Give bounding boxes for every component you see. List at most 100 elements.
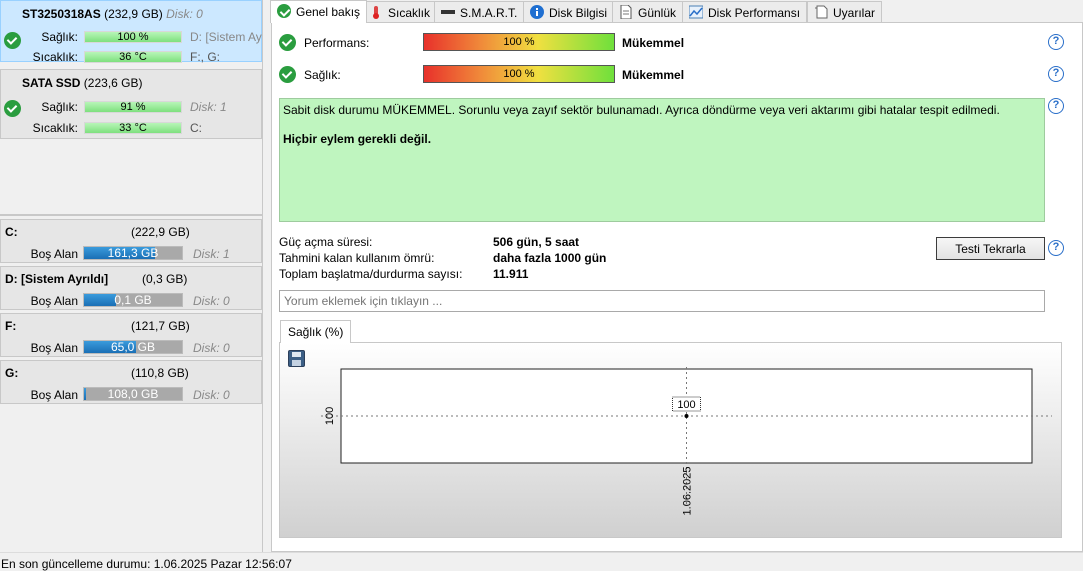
comment-input[interactable]: [279, 290, 1045, 312]
temp-bar: 33 °C: [84, 122, 182, 134]
disk-size: (232,9 GB): [104, 7, 163, 21]
partition-card-f[interactable]: F: (121,7 GB) Boş Alan 65,0 GB Disk: 0: [0, 313, 262, 357]
start-stop-value: 11.911: [493, 267, 529, 281]
free-space-label: Boş Alan: [30, 388, 78, 402]
partition-name: D: [Sistem Ayrıldı]: [5, 272, 109, 286]
temp-bar: 36 °C: [84, 51, 182, 63]
partition-size: (222,9 GB): [131, 225, 190, 239]
tab-label: Uyarılar: [833, 6, 876, 20]
action-text: Hiçbir eylem gerekli değil.: [283, 132, 432, 146]
partition-name: F:: [5, 319, 17, 333]
x-tick-label: 1.06.2025: [682, 467, 694, 516]
y-tick-label: 100: [324, 407, 336, 425]
disk-volumes: C:: [190, 121, 202, 135]
check-icon: [277, 4, 291, 18]
partition-size: (0,3 GB): [142, 272, 188, 286]
data-label: 100: [677, 399, 695, 411]
free-space-fill: [84, 388, 86, 400]
health-bar: 91 %: [84, 101, 182, 113]
power-on-value: 506 gün, 5 saat: [493, 235, 580, 249]
partition-card-g[interactable]: G: (110,8 GB) Boş Alan 108,0 GB Disk: 0: [0, 360, 262, 404]
partition-card-c[interactable]: C: (222,9 GB) Boş Alan 161,3 GB Disk: 1: [0, 219, 262, 263]
help-icon[interactable]: ?: [1048, 98, 1064, 114]
health-label: Sağlık:: [41, 100, 78, 114]
drive-icon: [441, 10, 455, 14]
lifetime-label: Tahmini kalan kullanım ömrü:: [279, 251, 435, 265]
tab-health-chart[interactable]: Sağlık (%): [280, 320, 352, 343]
disk-index: Disk: 1: [190, 100, 227, 114]
help-icon[interactable]: ?: [1048, 34, 1064, 50]
free-space-bar: 0,1 GB: [83, 293, 183, 307]
performance-rating: Mükemmel: [622, 36, 685, 50]
data-point: [684, 414, 689, 418]
tab-alerts[interactable]: Uyarılar: [807, 1, 883, 22]
free-space-fill: [84, 294, 117, 306]
disk-title: SATA SSD (223,6 GB): [22, 76, 143, 90]
retest-button[interactable]: Testi Tekrarla: [936, 237, 1045, 260]
tab-log[interactable]: Günlük: [612, 1, 684, 22]
tab-label: Disk Bilgisi: [549, 6, 608, 20]
partition-disk: Disk: 0: [193, 388, 230, 402]
partition-disk: Disk: 0: [193, 294, 230, 308]
disk-volumes: F:, G:: [190, 50, 220, 64]
free-space-value: 0,1 GB: [114, 293, 152, 307]
partition-disk: Disk: 0: [193, 341, 230, 355]
tab-label: Disk Performansı: [708, 6, 801, 20]
tab-overview[interactable]: Genel bakış: [270, 0, 368, 23]
health-label: Sağlık:: [41, 30, 78, 44]
info-icon: [530, 5, 544, 19]
status-text: Sabit disk durumu MÜKEMMEL. Sorunlu veya…: [283, 103, 1000, 117]
disk-name: SATA SSD: [22, 76, 81, 90]
free-space-label: Boş Alan: [30, 341, 78, 355]
tab-label: S.M.A.R.T.: [460, 6, 518, 20]
thermometer-icon: [373, 6, 379, 19]
disk-card-0[interactable]: ST3250318AS (232,9 GB) Disk: 0 Sağlık: 1…: [0, 0, 262, 64]
partition-card-d[interactable]: D: [Sistem Ayrıldı] (0,3 GB) Boş Alan 0,…: [0, 266, 262, 310]
overview-panel: Performans: 100 % Mükemmel ? Sağlık: 100…: [271, 22, 1083, 552]
health-bar: 100 %: [84, 31, 182, 43]
document-icon: [620, 5, 632, 19]
check-icon: [279, 34, 296, 51]
free-space-value: 161,3 GB: [107, 246, 159, 260]
panel-splitter[interactable]: [0, 214, 263, 216]
free-space-label: Boş Alan: [30, 247, 78, 261]
partition-name: G:: [5, 366, 19, 380]
partition-disk: Disk: 1: [193, 247, 230, 261]
health-rating: Mükemmel: [622, 68, 685, 82]
tab-disk-info[interactable]: Disk Bilgisi: [523, 1, 615, 22]
alerts-icon: [815, 5, 828, 19]
tab-bar: Genel bakış Sıcaklık S.M.A.R.T. Disk Bil…: [270, 0, 1083, 23]
start-stop-label: Toplam başlatma/durdurma sayısı:: [279, 267, 463, 281]
tab-smart[interactable]: S.M.A.R.T.: [434, 1, 525, 22]
disk-name: ST3250318AS: [22, 7, 101, 21]
partition-size: (110,8 GB): [131, 366, 189, 380]
status-message-box: Sabit disk durumu MÜKEMMEL. Sorunlu veya…: [279, 98, 1045, 222]
help-icon[interactable]: ?: [1048, 240, 1064, 256]
disk-card-1[interactable]: SATA SSD (223,6 GB) Sağlık: 91 % Disk: 1…: [0, 69, 262, 139]
tab-label: Genel bakış: [296, 5, 361, 19]
disk-size: (223,6 GB): [83, 76, 143, 90]
tab-disk-performance[interactable]: Disk Performansı: [682, 1, 808, 22]
free-space-value: 108,0 GB: [107, 387, 159, 401]
power-on-label: Güç açma süresi:: [279, 235, 373, 249]
free-space-bar: 108,0 GB: [83, 387, 183, 401]
free-space-bar: 161,3 GB: [83, 246, 183, 260]
help-icon[interactable]: ?: [1048, 66, 1064, 82]
health-label: Sağlık:: [304, 68, 341, 82]
disk-index: Disk: 0: [166, 7, 203, 21]
temp-label: Sıcaklık:: [32, 50, 78, 64]
health-bar: 100 %: [423, 65, 615, 83]
free-space-value: 65,0 GB: [110, 340, 156, 354]
check-icon: [279, 66, 296, 83]
disk-list-panel: ST3250318AS (232,9 GB) Disk: 0 Sağlık: 1…: [0, 0, 263, 552]
free-space-bar: 65,0 GB: [83, 340, 183, 354]
temp-label: Sıcaklık:: [32, 121, 78, 135]
tab-temperature[interactable]: Sıcaklık: [362, 1, 438, 22]
performance-label: Performans:: [304, 36, 370, 50]
partition-name: C:: [5, 225, 18, 239]
tab-label: Sıcaklık: [388, 6, 431, 20]
disk-title: ST3250318AS (232,9 GB) Disk: 0: [22, 7, 203, 21]
lifetime-value: daha fazla 1000 gün: [493, 251, 607, 265]
health-chart-panel: 100 100 1.06.2025: [279, 342, 1062, 538]
tab-label: Günlük: [638, 6, 677, 20]
